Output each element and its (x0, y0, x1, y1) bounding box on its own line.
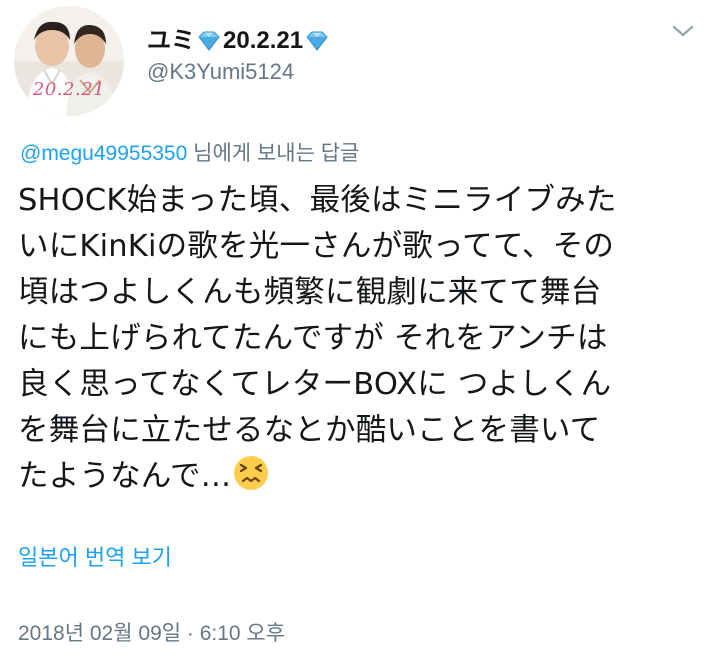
user-handle[interactable]: @K3Yumi5124 (147, 58, 330, 86)
tweet-line: 頃はつよしくんも頻繁に観劇に来てて舞台 (18, 275, 602, 310)
display-name-middle: 20.2.21 (223, 27, 304, 54)
tweet-line: SHOCK始まった頃、最後はミニライブみた (18, 183, 617, 218)
reply-mention-link[interactable]: @megu49955350 (20, 142, 187, 165)
reply-context-suffix: 님에게 보내는 답글 (187, 142, 360, 165)
user-info: ユミ 20.2.21 @K3Yumi5124 (147, 26, 330, 86)
tweet-line: 良く思ってなくてレターBOXに つよしくん (18, 367, 612, 402)
gem-icon (306, 31, 328, 51)
avatar[interactable]: 20.2.21 (14, 6, 124, 116)
tweet-line: いにKinKiの歌を光一さんが歌ってて、その (18, 229, 615, 264)
tweet-text: SHOCK始まった頃、最後はミニライブみた いにKinKiの歌を光一さんが歌って… (18, 178, 710, 500)
tweet-line-last: たようなんで… (18, 454, 710, 500)
display-name-prefix: ユミ (147, 27, 195, 54)
gem-icon (198, 31, 220, 51)
confounded-face-icon (234, 456, 269, 490)
reply-context: @megu49955350 님에게 보내는 답글 (20, 140, 359, 168)
tweet-timestamp[interactable]: 2018년 02월 09일 · 6:10 오후 (18, 620, 285, 648)
avatar-date-label: 20.2.21 (32, 79, 106, 100)
display-name[interactable]: ユミ 20.2.21 (147, 26, 330, 56)
tweet-line: を舞台に立たせるなとか酷いことを書いて (18, 413, 601, 448)
translate-link[interactable]: 일본어 번역 보기 (18, 543, 172, 573)
chevron-down-icon[interactable] (672, 24, 694, 38)
tweet-line: にも上げられてたんですが それをアンチは (18, 321, 608, 356)
tweet-line-text: たようなんで… (18, 459, 232, 494)
